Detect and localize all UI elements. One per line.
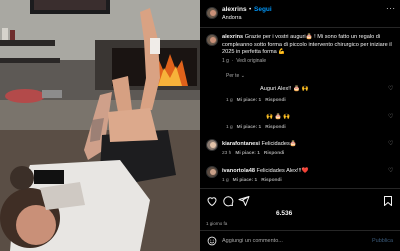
heart-icon[interactable] <box>206 195 218 207</box>
post-caption: alexrins Grazie per i vostri auguri🎂 ! M… <box>222 34 392 57</box>
heart-icon[interactable]: ♡ <box>388 140 393 147</box>
add-comment-bar: Pubblica <box>200 230 400 251</box>
reply-meta: 1 g Mi piace: 1 Rispondi <box>226 125 286 130</box>
likes-count[interactable]: 6.536 <box>276 210 292 217</box>
reply-button[interactable]: Rispondi <box>265 125 286 130</box>
heart-icon[interactable]: ♡ <box>388 113 393 120</box>
post-photo[interactable] <box>0 0 200 251</box>
reply-likes[interactable]: Mi piace: 1 <box>237 98 262 103</box>
comment-meta: 23 h Mi piace: 1 Rispondi <box>222 151 284 156</box>
follow-button[interactable]: Segui <box>254 6 272 13</box>
post-date[interactable]: 1 giorno fa <box>206 221 227 226</box>
comment-input[interactable] <box>222 235 362 247</box>
see-original-link[interactable]: Vedi originale <box>236 58 266 64</box>
comment-avatar[interactable] <box>206 166 218 178</box>
comment-text: Felicidades🎂 <box>261 141 297 147</box>
reply-likes[interactable]: Mi piace: 1 <box>237 125 262 130</box>
username-link[interactable]: alexrins <box>222 6 247 13</box>
comment-likes[interactable]: Mi piace: 1 <box>235 151 260 156</box>
reply-text: 🙌 🎂 🙌 <box>266 114 291 120</box>
reply-time: 1 g <box>226 125 233 130</box>
caption-avatar[interactable] <box>206 34 218 46</box>
comment-reply-button[interactable]: Rispondi <box>264 151 285 156</box>
more-options-icon[interactable]: ··· <box>386 4 396 13</box>
post-header: alexrins • Segui Andorra ··· <box>200 0 400 28</box>
comment-username[interactable]: ivanortola48 <box>222 168 255 174</box>
photo-illustration <box>0 0 200 251</box>
comment-meta: 1 g Mi piace: 1 Rispondi <box>222 178 282 183</box>
heart-icon[interactable]: ♡ <box>388 85 393 92</box>
bookmark-icon[interactable] <box>382 195 394 207</box>
comment-username[interactable]: kiarafontanesi <box>222 141 260 147</box>
caption-username[interactable]: alexrins <box>222 34 243 40</box>
comment-reply-button[interactable]: Rispondi <box>261 178 282 183</box>
comment-time: 1 g <box>222 178 229 183</box>
location-link[interactable]: Andorra <box>222 15 242 21</box>
share-icon[interactable] <box>238 195 250 207</box>
reply-button[interactable]: Rispondi <box>265 98 286 103</box>
separator-dot: • <box>249 6 252 13</box>
for-you-label[interactable]: Per te ⌄ <box>226 73 245 79</box>
post-panel: alexrins • Segui Andorra ··· alexrins Gr… <box>200 0 400 251</box>
reply-time: 1 g <box>226 98 233 103</box>
comments-section[interactable]: alexrins Grazie per i vostri auguri🎂 ! M… <box>200 28 400 188</box>
heart-icon[interactable]: ♡ <box>388 167 393 174</box>
publish-button[interactable]: Pubblica <box>372 238 393 244</box>
comment-body: kiarafontanesi Felicidades🎂 <box>222 141 297 147</box>
caption-text: Grazie per i vostri auguri🎂 ! Mi sono fa… <box>222 34 392 56</box>
for-you-text: Per te <box>226 73 240 79</box>
reply-text: Auguri Alex!! 🎂 🙌 <box>260 86 309 92</box>
comment-icon[interactable] <box>222 195 234 207</box>
caption-meta: 1 g · Vedi originale <box>222 58 267 64</box>
comment-text: Felicidades Alex!!!❤️ <box>256 168 309 174</box>
emoji-icon[interactable] <box>207 236 217 246</box>
reply-meta: 1 g Mi piace: 1 Rispondi <box>226 98 286 103</box>
comment-time: 23 h <box>222 151 232 156</box>
caption-time: 1 g <box>222 58 229 64</box>
comment-likes[interactable]: Mi piace: 1 <box>233 178 258 183</box>
avatar[interactable] <box>206 7 218 19</box>
comment-body: ivanortola48 Felicidades Alex!!!❤️ <box>222 168 309 174</box>
comment-avatar[interactable] <box>206 139 218 151</box>
likes-number: 6.536 <box>276 210 293 217</box>
